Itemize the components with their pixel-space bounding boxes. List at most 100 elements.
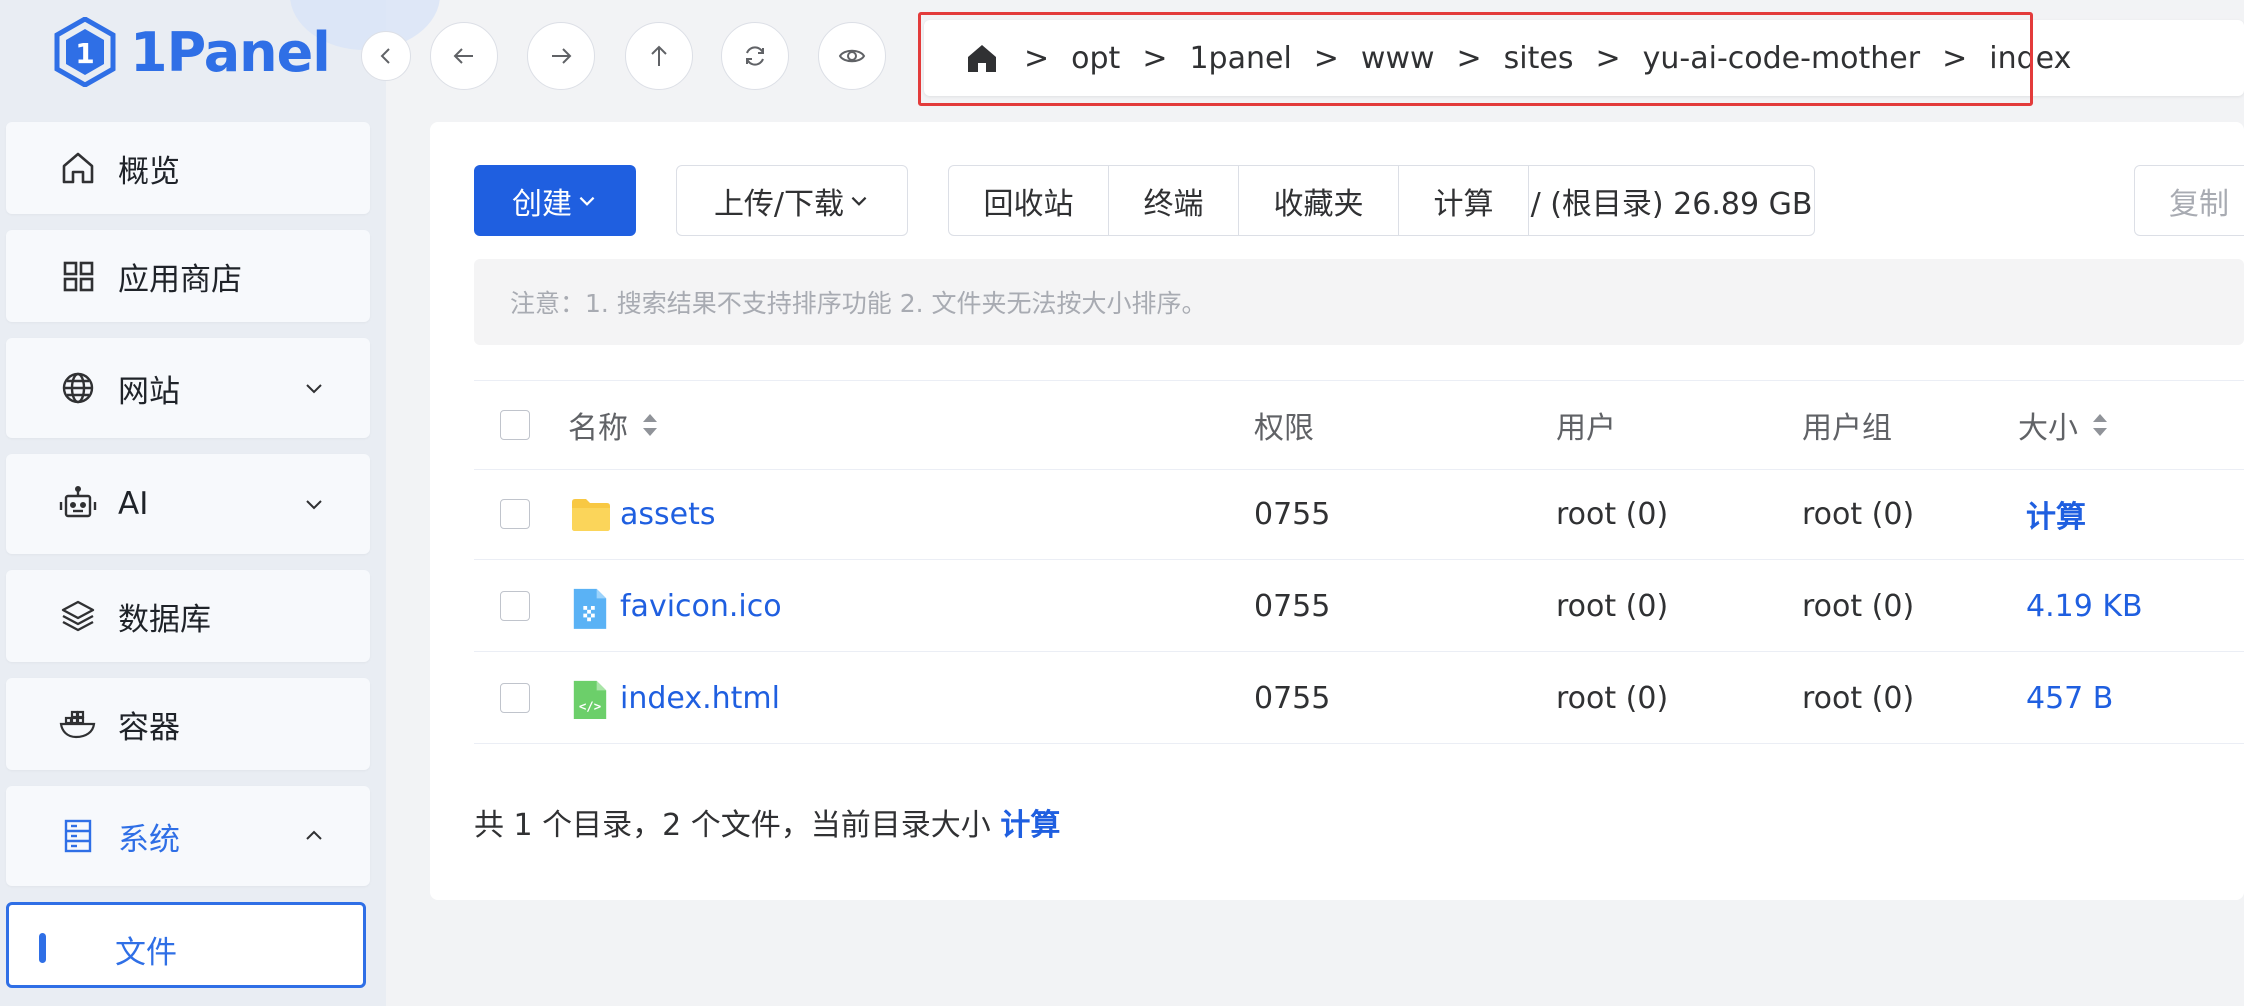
column-header-group: 用户组 xyxy=(1802,411,1892,446)
sidebar-item-system[interactable]: 系统 xyxy=(6,786,370,886)
code-file-icon: </> xyxy=(573,680,607,719)
sidebar-item-label: 概览 xyxy=(118,153,180,190)
chevron-down-icon xyxy=(306,384,322,394)
file-name-link[interactable]: assets xyxy=(620,469,716,559)
file-name-link[interactable]: index.html xyxy=(620,653,780,743)
calculate-size-link[interactable]: 计算 xyxy=(2026,469,2086,559)
svg-text:1: 1 xyxy=(75,37,94,70)
calculate-dir-size-link[interactable]: 计算 xyxy=(1000,808,1060,843)
sidebar-item-website[interactable]: 网站 xyxy=(6,338,370,438)
sidebar-item-appstore[interactable]: 应用商店 xyxy=(6,230,370,322)
file-group[interactable]: root (0) xyxy=(1802,653,1914,743)
file-permission[interactable]: 0755 xyxy=(1254,469,1330,559)
create-button-label: 创建 xyxy=(512,186,572,222)
grid-icon xyxy=(56,254,100,298)
eye-icon xyxy=(838,49,866,63)
arrow-right-icon xyxy=(552,48,572,64)
recycle-bin-button[interactable]: 回收站 xyxy=(949,166,1109,235)
file-permission[interactable]: 0755 xyxy=(1254,653,1330,743)
sidebar-item-label: 容器 xyxy=(118,709,180,746)
sort-icon xyxy=(2093,414,2107,436)
sidebar-item-label: 应用商店 xyxy=(118,261,242,298)
sidebar-item-container[interactable]: 容器 xyxy=(6,678,370,770)
server-icon xyxy=(56,814,100,858)
table-row[interactable]: </> index.html 0755 root (0) root (0) 45… xyxy=(474,653,2244,744)
row-checkbox[interactable] xyxy=(500,683,530,713)
refresh-button[interactable] xyxy=(721,22,789,90)
file-size: 4.19 KB xyxy=(2026,588,2143,624)
select-all-checkbox[interactable] xyxy=(500,410,530,440)
column-header-user: 用户 xyxy=(1556,411,1616,446)
svg-text:</>: </> xyxy=(579,699,601,713)
row-checkbox[interactable] xyxy=(500,499,530,529)
forward-button[interactable] xyxy=(527,22,595,90)
up-directory-button[interactable] xyxy=(625,22,693,90)
table-header: 名称 权限 用户 用户组 大小 xyxy=(474,380,2244,470)
file-group[interactable]: root (0) xyxy=(1802,561,1914,651)
toggle-hidden-files-button[interactable] xyxy=(818,22,886,90)
refresh-icon xyxy=(746,46,764,66)
terminal-button[interactable]: 终端 xyxy=(1109,166,1239,235)
highlight-annotation-box xyxy=(918,12,2033,106)
1panel-logo-icon: 1 xyxy=(54,17,116,87)
column-header-label: 大小 xyxy=(2018,411,2078,446)
folder-icon xyxy=(572,499,610,531)
create-button[interactable]: 创建 xyxy=(474,165,636,236)
globe-icon xyxy=(56,366,100,410)
arrow-left-icon xyxy=(453,48,473,64)
layers-icon xyxy=(56,594,100,638)
notice-banner: 注意：1. 搜索结果不支持排序功能 2. 文件夹无法按大小排序。 xyxy=(474,259,2244,345)
column-header-name[interactable]: 名称 xyxy=(568,381,660,469)
file-group[interactable]: root (0) xyxy=(1802,469,1914,559)
sidebar-item-label: AI xyxy=(118,486,149,522)
docker-icon xyxy=(56,702,100,746)
brand-logo[interactable]: 1 1Panel xyxy=(54,14,331,90)
robot-icon xyxy=(56,482,100,526)
sidebar-subitem-files[interactable]: 文件 xyxy=(6,902,366,988)
sidebar-item-database[interactable]: 数据库 xyxy=(6,570,370,662)
disk-usage-button[interactable]: / (根目录) 26.89 GB xyxy=(1529,166,1814,235)
sidebar-subitem-label: 文件 xyxy=(115,935,177,971)
chevron-down-icon xyxy=(851,196,867,206)
file-user[interactable]: root (0) xyxy=(1556,469,1668,559)
sidebar-item-ai[interactable]: AI xyxy=(6,454,370,554)
file-size: 457 B xyxy=(2026,680,2114,716)
calculate-button[interactable]: 计算 xyxy=(1399,166,1529,235)
column-header-size[interactable]: 大小 xyxy=(2018,381,2110,469)
column-header-permission: 权限 xyxy=(1254,411,1314,446)
table-row[interactable]: assets 0755 root (0) root (0) 计算 xyxy=(474,469,2244,560)
directory-summary: 共 1 个目录，2 个文件，当前目录大小 计算 xyxy=(474,800,1060,844)
row-checkbox[interactable] xyxy=(500,591,530,621)
active-indicator xyxy=(39,933,46,963)
collapse-sidebar-button[interactable] xyxy=(361,31,411,81)
file-user[interactable]: root (0) xyxy=(1556,561,1668,651)
sidebar-item-label: 系统 xyxy=(118,821,180,858)
notice-text: 注意：1. 搜索结果不支持排序功能 2. 文件夹无法按大小排序。 xyxy=(510,289,1207,318)
copy-button-label: 复制 xyxy=(2169,186,2229,222)
upload-download-button[interactable]: 上传/下载 xyxy=(676,165,908,236)
favorites-button[interactable]: 收藏夹 xyxy=(1239,166,1399,235)
table-row[interactable]: favicon.ico 0755 root (0) root (0) 4.19 … xyxy=(474,561,2244,652)
sort-icon xyxy=(643,414,657,436)
copy-button[interactable]: 复制 xyxy=(2134,165,2244,236)
summary-text: 共 1 个目录，2 个文件，当前目录大小 xyxy=(474,808,991,843)
sidebar-item-overview[interactable]: 概览 xyxy=(6,122,370,214)
brand-name: 1Panel xyxy=(130,20,331,84)
home-icon xyxy=(56,146,100,190)
image-file-icon xyxy=(573,588,607,629)
arrow-up-icon xyxy=(651,45,667,66)
chevron-down-icon xyxy=(306,500,322,510)
toolbar-button-group: 回收站 终端 收藏夹 计算 / (根目录) 26.89 GB xyxy=(948,165,1815,236)
chevron-down-icon xyxy=(579,196,595,206)
chevron-up-icon xyxy=(306,830,322,840)
upload-download-label: 上传/下载 xyxy=(713,186,845,222)
file-user[interactable]: root (0) xyxy=(1556,653,1668,743)
sidebar: 1 1Panel 概览 应用商店 网站 AI 数据库 容器 系统 文件 xyxy=(0,0,440,1006)
sidebar-item-label: 网站 xyxy=(118,373,180,410)
file-permission[interactable]: 0755 xyxy=(1254,561,1330,651)
back-button[interactable] xyxy=(430,22,498,90)
column-header-label: 名称 xyxy=(568,411,628,446)
chevron-left-icon xyxy=(380,48,390,64)
file-name-link[interactable]: favicon.ico xyxy=(620,561,782,651)
sidebar-item-label: 数据库 xyxy=(118,601,211,638)
